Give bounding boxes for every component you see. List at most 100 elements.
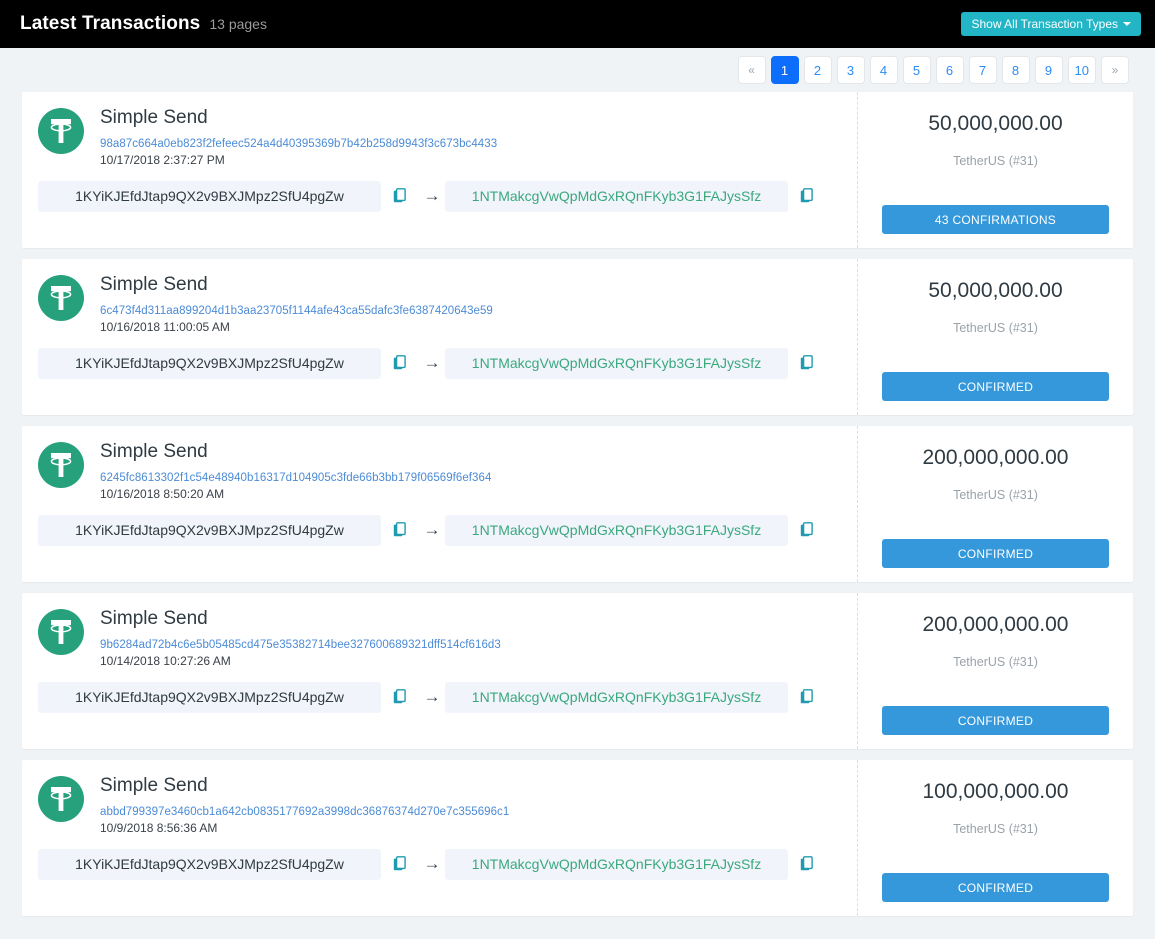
- transaction-meta: Simple Send abbd799397e3460cb1a642cb0835…: [100, 774, 509, 835]
- copy-icon[interactable]: [389, 855, 411, 873]
- transaction-details: Simple Send abbd799397e3460cb1a642cb0835…: [22, 760, 858, 916]
- pagination-page-7[interactable]: 7: [968, 56, 997, 84]
- transaction-header: Simple Send 9b6284ad72b4c6e5b05485cd475e…: [38, 607, 841, 668]
- transaction-header: Simple Send 98a87c664a0eb823f2fefeec524a…: [38, 106, 841, 167]
- copy-icon[interactable]: [796, 187, 818, 205]
- transaction-timestamp: 10/9/2018 8:56:36 AM: [100, 820, 218, 835]
- transaction-type: Simple Send: [100, 107, 208, 128]
- recipient-address[interactable]: 1NTMakcgVwQpMdGxRQnFKyb3G1FAJysSfz: [445, 514, 788, 546]
- transaction-card[interactable]: Simple Send 98a87c664a0eb823f2fefeec524a…: [22, 92, 1133, 248]
- sender-address[interactable]: 1KYiKJEfdJtap9QX2v9BXJMpz2SfU4pgZw: [38, 347, 381, 379]
- pagination-page-4[interactable]: 4: [869, 56, 898, 84]
- transaction-card[interactable]: Simple Send 9b6284ad72b4c6e5b05485cd475e…: [22, 593, 1133, 749]
- pagination-page-2[interactable]: 2: [803, 56, 832, 84]
- arrow-right-icon: →: [423, 353, 441, 373]
- tether-logo-icon: [38, 108, 84, 154]
- status-badge[interactable]: CONFIRMED: [882, 873, 1109, 902]
- arrow-right-icon: →: [423, 687, 441, 707]
- transaction-card[interactable]: Simple Send abbd799397e3460cb1a642cb0835…: [22, 760, 1133, 916]
- transaction-meta: Simple Send 6245fc8613302f1c54e48940b163…: [100, 440, 491, 501]
- transaction-header: Simple Send 6245fc8613302f1c54e48940b163…: [38, 440, 841, 501]
- address-row: 1KYiKJEfdJtap9QX2v9BXJMpz2SfU4pgZw → 1NT…: [38, 180, 841, 212]
- arrow-right-icon: →: [423, 520, 441, 540]
- transaction-amount: 200,000,000.00: [922, 613, 1069, 636]
- pagination-page-5[interactable]: 5: [902, 56, 931, 84]
- copy-icon[interactable]: [796, 688, 818, 706]
- sender-address[interactable]: 1KYiKJEfdJtap9QX2v9BXJMpz2SfU4pgZw: [38, 681, 381, 713]
- tether-logo-icon: [38, 442, 84, 488]
- transaction-token: TetherUS (#31): [953, 488, 1038, 503]
- transaction-type-filter-button[interactable]: Show All Transaction Types: [961, 12, 1141, 36]
- sender-address[interactable]: 1KYiKJEfdJtap9QX2v9BXJMpz2SfU4pgZw: [38, 180, 381, 212]
- recipient-address[interactable]: 1NTMakcgVwQpMdGxRQnFKyb3G1FAJysSfz: [445, 180, 788, 212]
- copy-icon[interactable]: [389, 187, 411, 205]
- pagination-page-8[interactable]: 8: [1001, 56, 1030, 84]
- transaction-summary: 50,000,000.00 TetherUS (#31) 43 CONFIRMA…: [858, 92, 1133, 248]
- transaction-timestamp: 10/16/2018 8:50:20 AM: [100, 486, 225, 501]
- copy-icon[interactable]: [389, 688, 411, 706]
- copy-icon[interactable]: [389, 354, 411, 372]
- transaction-type-filter-label: Show All Transaction Types: [971, 17, 1118, 31]
- address-row: 1KYiKJEfdJtap9QX2v9BXJMpz2SfU4pgZw → 1NT…: [38, 514, 841, 546]
- transaction-amount: 50,000,000.00: [928, 112, 1063, 135]
- sender-address[interactable]: 1KYiKJEfdJtap9QX2v9BXJMpz2SfU4pgZw: [38, 848, 381, 880]
- pagination-page-9[interactable]: 9: [1034, 56, 1063, 84]
- transaction-hash-link[interactable]: 9b6284ad72b4c6e5b05485cd475e35382714bee3…: [100, 639, 501, 651]
- pagination-page-6[interactable]: 6: [935, 56, 964, 84]
- transaction-header: Simple Send abbd799397e3460cb1a642cb0835…: [38, 774, 841, 835]
- copy-icon[interactable]: [796, 521, 818, 539]
- page-count-label: 13 pages: [209, 16, 267, 32]
- transaction-details: Simple Send 9b6284ad72b4c6e5b05485cd475e…: [22, 593, 858, 749]
- status-badge[interactable]: CONFIRMED: [882, 372, 1109, 401]
- copy-icon[interactable]: [796, 354, 818, 372]
- transaction-header: Simple Send 6c473f4d311aa899204d1b3aa237…: [38, 273, 841, 334]
- tether-logo-icon: [38, 275, 84, 321]
- pagination-bar: « 1 2 3 4 5 6 7 8 9 10 »: [0, 48, 1155, 92]
- page-header: Latest Transactions 13 pages Show All Tr…: [0, 0, 1155, 48]
- transaction-type: Simple Send: [100, 441, 208, 462]
- status-badge[interactable]: CONFIRMED: [882, 706, 1109, 735]
- tether-logo-icon: [38, 609, 84, 655]
- transaction-amount: 50,000,000.00: [928, 279, 1063, 302]
- transaction-type: Simple Send: [100, 775, 208, 796]
- copy-icon[interactable]: [796, 855, 818, 873]
- transaction-token: TetherUS (#31): [953, 822, 1038, 837]
- recipient-address[interactable]: 1NTMakcgVwQpMdGxRQnFKyb3G1FAJysSfz: [445, 347, 788, 379]
- transaction-details: Simple Send 6c473f4d311aa899204d1b3aa237…: [22, 259, 858, 415]
- transaction-timestamp: 10/16/2018 11:00:05 AM: [100, 319, 230, 334]
- transaction-token: TetherUS (#31): [953, 321, 1038, 336]
- copy-icon[interactable]: [389, 521, 411, 539]
- pagination-prev[interactable]: «: [737, 56, 766, 84]
- transaction-type: Simple Send: [100, 274, 208, 295]
- transaction-meta: Simple Send 6c473f4d311aa899204d1b3aa237…: [100, 273, 493, 334]
- transaction-hash-link[interactable]: 6c473f4d311aa899204d1b3aa23705f1144afe43…: [100, 305, 493, 317]
- transaction-hash-link[interactable]: 98a87c664a0eb823f2fefeec524a4d40395369b7…: [100, 138, 497, 150]
- transaction-token: TetherUS (#31): [953, 655, 1038, 670]
- transaction-card[interactable]: Simple Send 6c473f4d311aa899204d1b3aa237…: [22, 259, 1133, 415]
- pagination-page-10[interactable]: 10: [1067, 56, 1096, 84]
- transaction-token: TetherUS (#31): [953, 154, 1038, 169]
- transaction-card[interactable]: Simple Send 6245fc8613302f1c54e48940b163…: [22, 426, 1133, 582]
- recipient-address[interactable]: 1NTMakcgVwQpMdGxRQnFKyb3G1FAJysSfz: [445, 848, 788, 880]
- transaction-hash-link[interactable]: 6245fc8613302f1c54e48940b16317d104905c3f…: [100, 472, 491, 484]
- pagination-next[interactable]: »: [1101, 56, 1129, 84]
- pagination-page-3[interactable]: 3: [836, 56, 865, 84]
- recipient-address[interactable]: 1NTMakcgVwQpMdGxRQnFKyb3G1FAJysSfz: [445, 681, 788, 713]
- status-badge[interactable]: CONFIRMED: [882, 539, 1109, 568]
- transaction-summary: 100,000,000.00 TetherUS (#31) CONFIRMED: [858, 760, 1133, 916]
- transaction-list: Simple Send 98a87c664a0eb823f2fefeec524a…: [0, 92, 1155, 916]
- transaction-summary: 200,000,000.00 TetherUS (#31) CONFIRMED: [858, 593, 1133, 749]
- address-row: 1KYiKJEfdJtap9QX2v9BXJMpz2SfU4pgZw → 1NT…: [38, 681, 841, 713]
- pagination-page-1[interactable]: 1: [770, 56, 799, 84]
- transaction-amount: 200,000,000.00: [922, 446, 1069, 469]
- transaction-summary: 50,000,000.00 TetherUS (#31) CONFIRMED: [858, 259, 1133, 415]
- status-badge[interactable]: 43 CONFIRMATIONS: [882, 205, 1109, 234]
- transaction-hash-link[interactable]: abbd799397e3460cb1a642cb0835177692a3998d…: [100, 806, 509, 818]
- address-row: 1KYiKJEfdJtap9QX2v9BXJMpz2SfU4pgZw → 1NT…: [38, 848, 841, 880]
- transaction-meta: Simple Send 9b6284ad72b4c6e5b05485cd475e…: [100, 607, 501, 668]
- transaction-timestamp: 10/17/2018 2:37:27 PM: [100, 152, 225, 167]
- sender-address[interactable]: 1KYiKJEfdJtap9QX2v9BXJMpz2SfU4pgZw: [38, 514, 381, 546]
- arrow-right-icon: →: [423, 854, 441, 874]
- arrow-right-icon: →: [423, 186, 441, 206]
- transaction-type: Simple Send: [100, 608, 208, 629]
